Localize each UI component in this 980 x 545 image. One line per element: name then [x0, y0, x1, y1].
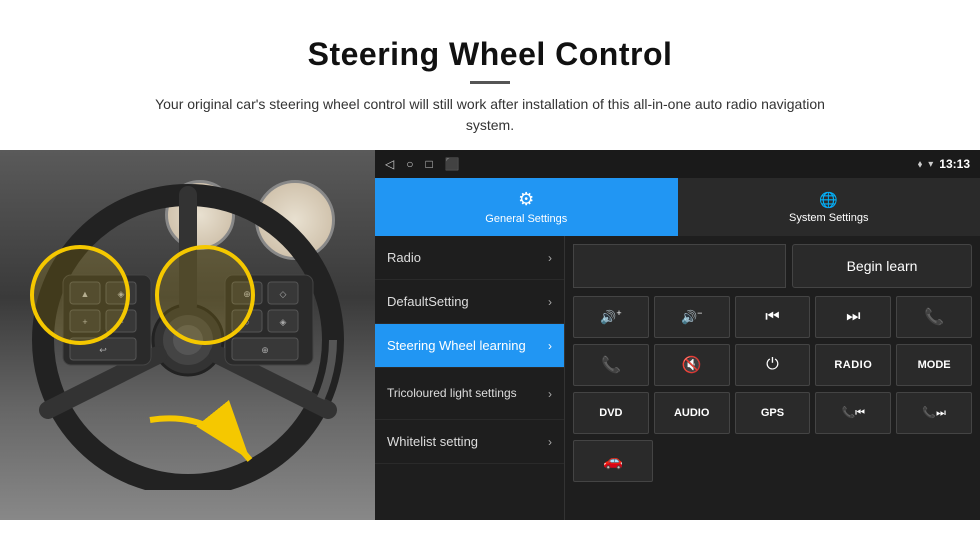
mode-label: MODE — [918, 359, 951, 371]
menu-whitelist-label: Whitelist setting — [387, 434, 478, 449]
menu-item-radio[interactable]: Radio › — [375, 236, 564, 280]
call-next-icon: 📞⏭ — [922, 406, 946, 420]
call-prev-button[interactable]: 📞⏮ — [815, 392, 891, 434]
audio-label: AUDIO — [674, 407, 709, 419]
begin-learn-row: Begin learn — [573, 244, 972, 288]
svg-text:↩: ↩ — [99, 345, 107, 355]
mute-icon: 🔇 — [682, 355, 702, 375]
globe-icon: 🌐 — [819, 191, 838, 209]
tab-system-settings[interactable]: 🌐 System Settings — [678, 178, 980, 236]
power-icon: ⏻ — [766, 356, 779, 374]
tab-general-label: General Settings — [485, 213, 567, 225]
begin-learn-button[interactable]: Begin learn — [792, 244, 972, 288]
status-left: ◁ ○ □ ⬛ — [385, 157, 460, 171]
power-button[interactable]: ⏻ — [735, 344, 811, 386]
menu-tricoloured-label: Tricoloured light settings — [387, 386, 517, 402]
dvd-button[interactable]: DVD — [573, 392, 649, 434]
hangup-icon: 📞 — [601, 355, 621, 375]
status-bar: ◁ ○ □ ⬛ ⬧ ▾ 13:13 — [375, 150, 980, 178]
vol-down-button[interactable]: 🔊− — [654, 296, 730, 338]
menu-item-default-setting[interactable]: DefaultSetting › — [375, 280, 564, 324]
radio-label: RADIO — [834, 359, 872, 371]
prev-track-icon: ⏮ — [765, 308, 779, 326]
control-grid-row4: 🚗 — [573, 440, 972, 482]
call-next-button[interactable]: 📞⏭ — [896, 392, 972, 434]
menu-radio-label: Radio — [387, 250, 421, 265]
subtitle: Your original car's steering wheel contr… — [140, 94, 840, 136]
car-icon: 🚗 — [603, 451, 623, 471]
tab-system-label: System Settings — [789, 212, 868, 224]
control-grid-row2: 📞 🔇 ⏻ RADIO MODE — [573, 344, 972, 386]
yellow-circle-left — [30, 245, 130, 345]
menu-item-tricoloured[interactable]: Tricoloured light settings › — [375, 368, 564, 420]
back-icon: ◁ — [385, 157, 394, 171]
call-button[interactable]: 📞 — [896, 296, 972, 338]
gps-button[interactable]: GPS — [735, 392, 811, 434]
title-divider — [470, 81, 510, 84]
wifi-icon: ▾ — [928, 159, 933, 170]
page-title: Steering Wheel Control — [0, 18, 980, 73]
control-grid-row3: DVD AUDIO GPS 📞⏮ 📞⏭ — [573, 392, 972, 434]
next-track-button[interactable]: ⏭ — [815, 296, 891, 338]
vol-up-icon: 🔊+ — [600, 308, 621, 325]
menu-steering-label: Steering Wheel learning — [387, 338, 526, 353]
steering-wheel-image: ▲ ◈ + − ↩ ⊕ ◇ ○ ◈ ⊕ — [0, 150, 375, 520]
audio-button[interactable]: AUDIO — [654, 392, 730, 434]
call-icon: 📞 — [924, 307, 944, 327]
time-display: 13:13 — [939, 157, 970, 171]
menu-column: Radio › DefaultSetting › Steering Wheel … — [375, 236, 565, 520]
gps-icon: ⬧ — [918, 159, 923, 170]
tab-bar: ⚙ General Settings 🌐 System Settings — [375, 178, 980, 236]
call-prev-icon: 📞⏮ — [841, 406, 865, 420]
svg-text:◇: ◇ — [279, 289, 286, 299]
arrow-svg — [130, 400, 270, 490]
chevron-icon-radio: › — [548, 251, 552, 265]
radio-button[interactable]: RADIO — [815, 344, 891, 386]
empty-display — [573, 244, 786, 288]
gear-icon: ⚙ — [518, 189, 534, 210]
menu-icon: ⬛ — [445, 157, 460, 171]
menu-item-steering-wheel[interactable]: Steering Wheel learning › — [375, 324, 564, 368]
next-track-icon: ⏭ — [846, 308, 860, 326]
control-panel: Begin learn 🔊+ 🔊− ⏮ ⏭ — [565, 236, 980, 520]
main-content: ▲ ◈ + − ↩ ⊕ ◇ ○ ◈ ⊕ — [0, 150, 980, 520]
menu-default-label: DefaultSetting — [387, 294, 469, 309]
mode-button[interactable]: MODE — [896, 344, 972, 386]
control-grid-row1: 🔊+ 🔊− ⏮ ⏭ 📞 — [573, 296, 972, 338]
chevron-icon-default: › — [548, 295, 552, 309]
svg-text:⊕: ⊕ — [261, 345, 269, 355]
home-icon: ○ — [406, 157, 413, 171]
tab-general-settings[interactable]: ⚙ General Settings — [375, 178, 678, 236]
svg-text:◈: ◈ — [279, 317, 286, 327]
status-right: ⬧ ▾ 13:13 — [918, 157, 970, 171]
yellow-circle-right — [155, 245, 255, 345]
vol-down-icon: 🔊− — [681, 308, 702, 325]
prev-track-button[interactable]: ⏮ — [735, 296, 811, 338]
menu-item-whitelist[interactable]: Whitelist setting › — [375, 420, 564, 464]
mute-button[interactable]: 🔇 — [654, 344, 730, 386]
settings-list: Radio › DefaultSetting › Steering Wheel … — [375, 236, 980, 520]
hangup-button[interactable]: 📞 — [573, 344, 649, 386]
chevron-icon-whitelist: › — [548, 435, 552, 449]
recents-icon: □ — [425, 157, 432, 171]
dvd-label: DVD — [599, 407, 622, 419]
vol-up-button[interactable]: 🔊+ — [573, 296, 649, 338]
gps-label: GPS — [761, 407, 784, 419]
head-unit: ◁ ○ □ ⬛ ⬧ ▾ 13:13 ⚙ General Settings 🌐 S… — [375, 150, 980, 520]
chevron-icon-tricoloured: › — [548, 387, 552, 401]
car-icon-button[interactable]: 🚗 — [573, 440, 653, 482]
chevron-icon-steering: › — [548, 339, 552, 353]
